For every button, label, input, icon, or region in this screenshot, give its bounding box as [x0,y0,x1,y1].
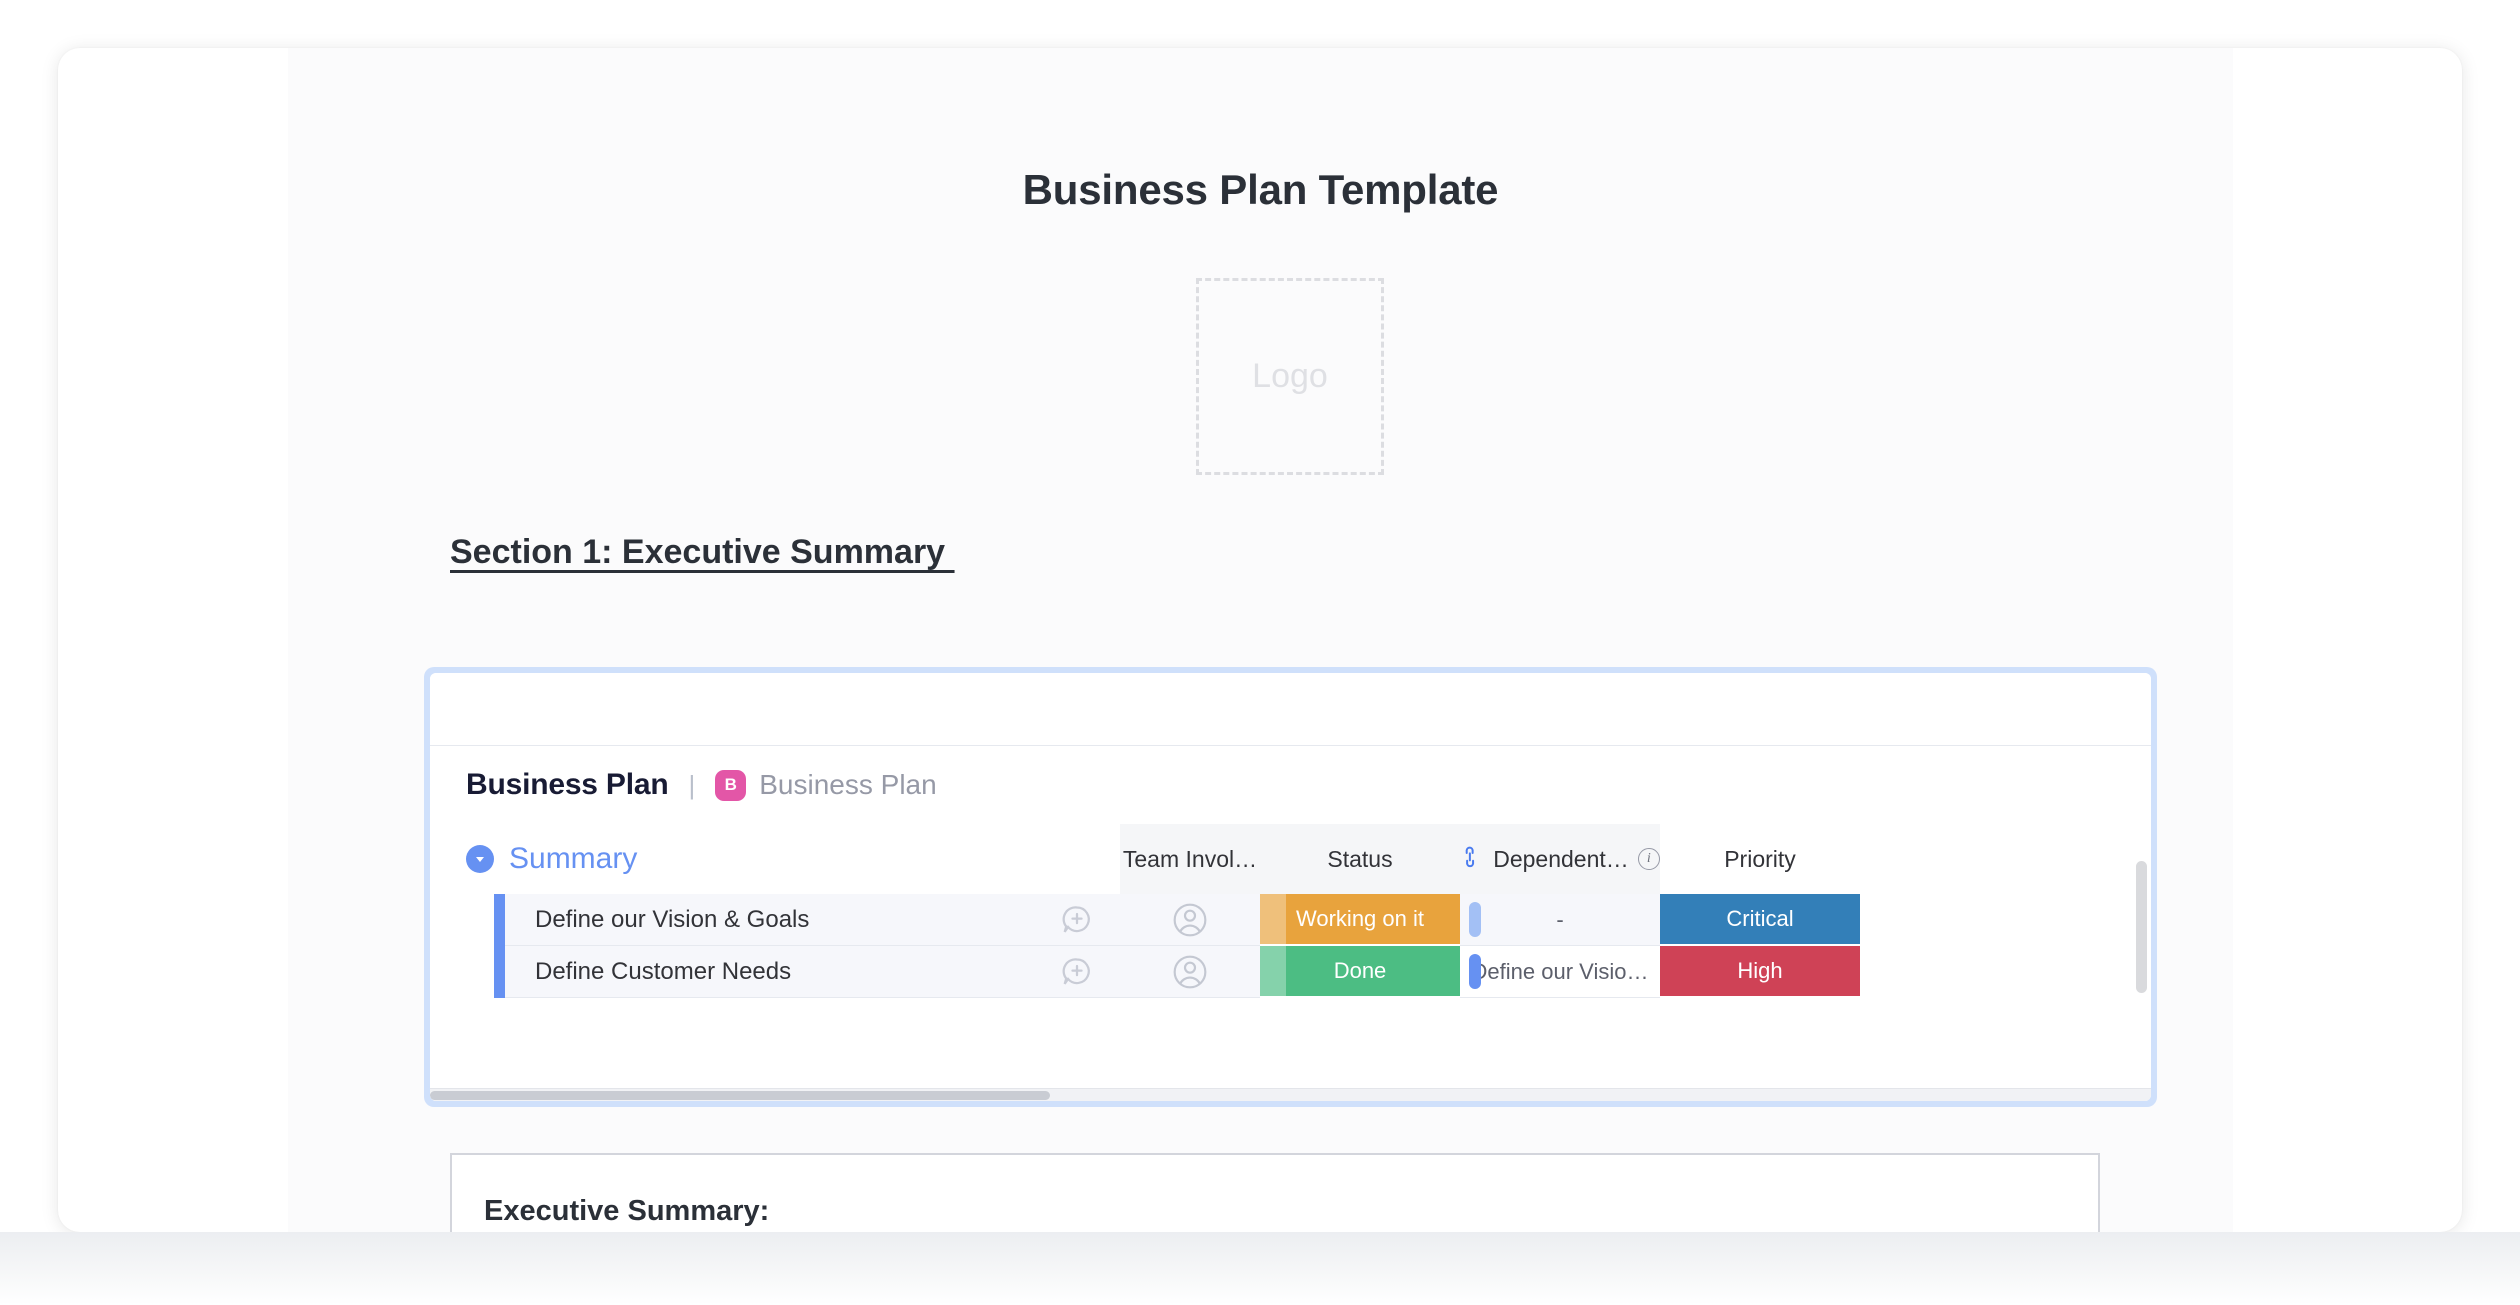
section-heading: Section 1: Executive Summary [450,533,955,571]
board-embed-container[interactable]: Business Plan | B Business Plan Summary [424,667,2157,1107]
column-header-priority-label: Priority [1724,845,1796,872]
screen: Business Plan Template Logo Section 1: E… [0,0,2520,1305]
row-dependency-label: - [1556,906,1564,932]
board-toolbar[interactable] [430,673,2151,746]
row-title-cell[interactable]: Define Customer Needs [505,946,1120,998]
dependency-color-bar [1469,954,1481,989]
board-subtitle: Business Plan [759,769,937,800]
column-header-row: Summary Team Invol… Status Dependent… i … [430,824,2151,894]
column-header-priority[interactable]: Priority [1660,824,1860,894]
row-person-cell[interactable] [1120,894,1260,946]
chevron-down-icon[interactable] [466,845,494,873]
board-badge-icon: B [715,769,747,801]
add-comment-icon[interactable] [1060,903,1094,937]
column-header-dependent-on[interactable]: Dependent… i [1460,824,1660,894]
board-separator: | [688,769,696,800]
table-row[interactable]: Define our Vision & Goals Working on it … [430,894,2151,946]
row-person-cell[interactable] [1120,946,1260,998]
column-header-dependent-on-label: Dependent… [1493,845,1629,872]
board-horizontal-scrollbar[interactable] [430,1088,2151,1101]
row-priority-label: Critical [1726,906,1794,931]
row-title-label: Define our Vision & Goals [535,905,810,933]
row-priority-cell[interactable]: Critical [1660,894,1860,946]
board-horizontal-scrollbar-thumb[interactable] [430,1091,1050,1100]
group-label: Summary [509,842,638,875]
logo-placeholder-label: Logo [1252,357,1328,395]
row-priority-label: High [1737,958,1783,983]
board-name: Business Plan [466,768,669,801]
row-title-cell[interactable]: Define our Vision & Goals [505,894,1120,946]
executive-summary-title: Executive Summary: [484,1195,770,1227]
info-icon[interactable]: i [1637,848,1660,870]
row-title-label: Define Customer Needs [535,957,792,985]
row-dependency-cell[interactable]: - [1460,894,1660,946]
row-status-label: Done [1333,958,1387,983]
column-header-team-involved[interactable]: Team Invol… [1120,824,1260,894]
row-dependency-label: Define our Visio… [1471,958,1649,984]
person-avatar-icon [1170,952,1210,992]
column-header-team-involved-label: Team Invol… [1122,845,1258,872]
row-color-indicator [494,894,505,946]
board-body: Summary Team Invol… Status Dependent… i … [430,824,2151,1101]
board-vertical-scrollbar-thumb[interactable] [2136,861,2147,993]
document-card: Business Plan Template Logo Section 1: E… [58,48,2462,1232]
column-header-status-label: Status [1327,845,1393,872]
page-bottom-fade [0,1232,2520,1305]
column-header-status[interactable]: Status [1260,824,1460,894]
row-priority-cell[interactable]: High [1660,946,1860,998]
person-avatar-icon [1170,900,1210,940]
row-color-indicator [494,946,505,998]
table-row[interactable]: Define Customer Needs Done Define our Vi… [430,946,2151,998]
row-status-cell[interactable]: Done [1260,946,1460,998]
logo-placeholder[interactable]: Logo [1196,278,1384,475]
row-dependency-cell[interactable]: Define our Visio… [1460,946,1660,998]
row-status-cell[interactable]: Working on it [1260,894,1460,946]
group-header[interactable]: Summary [466,824,637,894]
board-header: Business Plan | B Business Plan [430,746,2151,824]
page-title: Business Plan Template [1022,166,1499,213]
dependency-color-bar [1469,902,1481,937]
status-progress-indicator [1260,946,1286,996]
executive-summary-box[interactable]: Executive Summary: [450,1153,2100,1232]
status-progress-indicator [1260,894,1286,944]
add-comment-icon[interactable] [1060,955,1094,989]
row-status-label: Working on it [1296,906,1424,931]
board-embed-inner: Business Plan | B Business Plan Summary [430,673,2151,1101]
